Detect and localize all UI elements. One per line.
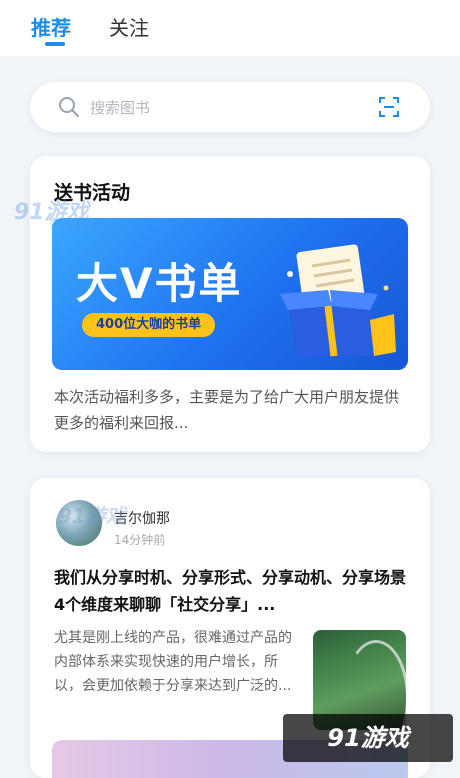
watermark-logo: 91游戏 [283,714,453,762]
watermark: 91游戏 [58,504,126,528]
search-bar[interactable]: 搜索图书 [30,82,430,132]
activity-description: 本次活动福利多多，主要是为了给广大用户朋友提供更多的福利来回报... [54,388,400,432]
activity-banner[interactable]: 大V书单 400位大咖的书单 [52,218,408,370]
banner-title: 大V书单 [76,259,243,308]
top-tab-bar: 推荐 关注 [0,0,460,56]
post-excerpt: 尤其是刚上线的产品，很难通过产品的内部体系来实现快速的用户增长，所以，会更加依赖… [54,630,292,694]
tab-following[interactable]: 关注 [109,12,149,41]
scan-icon[interactable] [378,96,400,122]
active-tab-indicator [45,42,65,46]
watermark-url: 91danji.com [50,221,106,231]
post-title[interactable]: 我们从分享时机、分享形式、分享动机、分享场景4个维度来聊聊「社交分享」... [54,564,410,618]
post-time: 14分钟前 [114,533,166,547]
search-icon [58,96,80,122]
tab-recommended[interactable]: 推荐 [31,12,71,41]
banner-tag: 400位大咖的书单 [82,313,216,337]
gift-box-icon [280,244,396,357]
activity-card[interactable]: 送书活动 大V书单 400位大咖的书单 本次活动福利多多，主要是为了给广大用户朋… [30,156,430,452]
search-input[interactable]: 搜索图书 [90,97,150,118]
watermark-logo-text: 91游戏 [327,724,409,752]
